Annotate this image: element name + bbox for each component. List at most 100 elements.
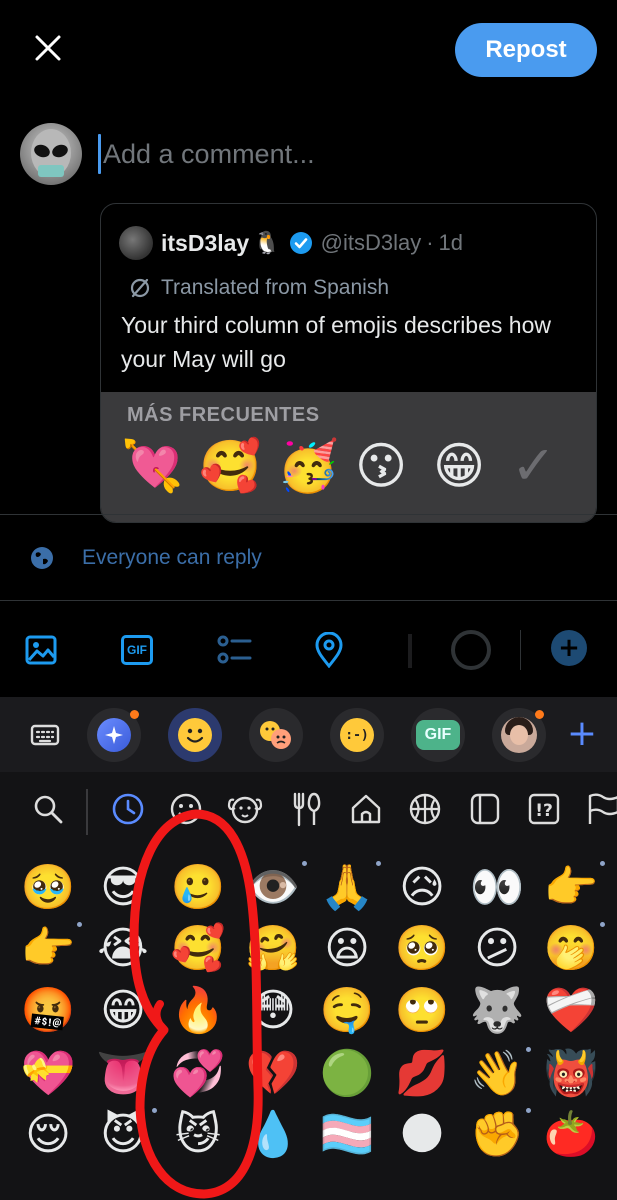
- category-places[interactable]: [346, 789, 386, 829]
- emoji-key[interactable]: 🥹: [13, 857, 83, 919]
- add-gif-button[interactable]: GIF: [117, 630, 157, 670]
- reply-settings-button[interactable]: Everyone can reply: [30, 540, 262, 576]
- emoji-key[interactable]: 🙏: [312, 857, 382, 919]
- emoji-key[interactable]: 🙄: [387, 980, 457, 1042]
- emoji-key[interactable]: 💝: [13, 1043, 83, 1105]
- image-icon: [25, 635, 57, 665]
- emoji-key[interactable]: 🥰: [163, 918, 233, 980]
- emoji-key[interactable]: 🌑: [387, 1104, 457, 1166]
- emoji-key[interactable]: 👁️: [238, 857, 308, 919]
- quoted-author-name: itsD3lay: [161, 229, 250, 256]
- emoji-tab-button[interactable]: [168, 708, 222, 762]
- emoji-key[interactable]: 🤤: [312, 980, 382, 1042]
- category-animals[interactable]: [225, 789, 265, 829]
- add-image-button[interactable]: [21, 630, 61, 670]
- emoji-key[interactable]: 😎: [88, 857, 158, 919]
- sparkle-icon: [97, 718, 131, 752]
- skin-tone-variant-dot: [526, 1108, 531, 1113]
- emoji-key[interactable]: 😳: [238, 980, 308, 1042]
- gif-keyboard-button[interactable]: GIF: [411, 708, 465, 762]
- translation-notice[interactable]: Translated from Spanish: [129, 276, 389, 300]
- image-emoji: 💘: [121, 437, 184, 495]
- text-emoticon-button[interactable]: :-): [330, 708, 384, 762]
- emoji-key[interactable]: 😁: [88, 980, 158, 1042]
- emoji-category-bar: !?: [0, 777, 617, 843]
- emoji-key[interactable]: 💧: [238, 1104, 308, 1166]
- category-recent[interactable]: [108, 789, 148, 829]
- emoji-key[interactable]: 🟢: [312, 1043, 382, 1105]
- emoji-key[interactable]: 👋: [462, 1043, 532, 1105]
- comment-input[interactable]: Add a comment...: [98, 130, 578, 178]
- globe-icon: [31, 547, 53, 569]
- emoji-key[interactable]: 😭: [88, 918, 158, 980]
- emoji-key[interactable]: 😈: [88, 1104, 158, 1166]
- comment-placeholder: Add a comment...: [103, 138, 315, 169]
- character-count-ring: [451, 630, 491, 670]
- emoji-key[interactable]: 👉: [536, 857, 606, 919]
- poll-icon: [217, 635, 252, 664]
- reply-settings-label: Everyone can reply: [82, 546, 262, 569]
- toolbar-separator: [520, 630, 521, 670]
- symbols-icon: !?: [528, 793, 560, 825]
- emoji-key[interactable]: ❤️‍🩹: [536, 980, 606, 1042]
- skin-tone-variant-dot: [77, 922, 82, 927]
- emoji-search-button[interactable]: [28, 789, 68, 829]
- emoji-key[interactable]: 🔥: [163, 980, 233, 1042]
- emoji-key[interactable]: ✊: [462, 1104, 532, 1166]
- user-avatar[interactable]: [20, 123, 82, 185]
- emoji-key[interactable]: 👹: [536, 1043, 606, 1105]
- category-activity[interactable]: [405, 789, 445, 829]
- emoticon-faces-button[interactable]: [249, 708, 303, 762]
- emoji-key[interactable]: 🤭: [536, 918, 606, 980]
- compose-header: Repost: [0, 0, 617, 100]
- check-mark-icon: ✓: [511, 434, 557, 497]
- category-objects[interactable]: [465, 789, 505, 829]
- memoji-button[interactable]: [492, 708, 546, 762]
- emoji-key[interactable]: 🐺: [462, 980, 532, 1042]
- add-post-button[interactable]: +: [551, 630, 587, 666]
- quoted-post-image[interactable]: MÁS FRECUENTES 💘 🥰 🥳 😗 😁 ✓: [101, 392, 596, 522]
- emoji-key[interactable]: 🤬: [13, 980, 83, 1042]
- quoted-post-header: itsD3lay 🐧 @itsD3lay · 1d: [119, 226, 463, 260]
- emoji-key[interactable]: 😦: [312, 918, 382, 980]
- memoji-icon: [501, 717, 537, 753]
- close-button[interactable]: [28, 28, 68, 68]
- animals-icon: [227, 796, 263, 824]
- emoji-key[interactable]: 👉: [13, 918, 83, 980]
- emoji-key[interactable]: 😕: [462, 918, 532, 980]
- switch-keyboard-button[interactable]: [18, 708, 72, 762]
- text-emoticon-icon: :-): [340, 718, 374, 752]
- emoji-key[interactable]: 💋: [387, 1043, 457, 1105]
- emoji-key[interactable]: 🍅: [536, 1104, 606, 1166]
- emoji-key[interactable]: 🥲: [163, 857, 233, 919]
- image-emoji: 😁: [433, 437, 486, 495]
- divider: [0, 600, 617, 601]
- quoted-post[interactable]: itsD3lay 🐧 @itsD3lay · 1d Translated fro…: [100, 203, 597, 523]
- plus-icon: +: [566, 712, 598, 754]
- add-sticker-button[interactable]: +: [562, 712, 602, 754]
- add-poll-button[interactable]: [214, 630, 254, 670]
- emoji-key[interactable]: 😼: [163, 1104, 233, 1166]
- emoji-key[interactable]: 😌: [13, 1104, 83, 1166]
- emoji-key[interactable]: 🏳️‍⚧️: [312, 1104, 382, 1166]
- category-flags[interactable]: [582, 789, 617, 829]
- emoji-key[interactable]: 🥺: [387, 918, 457, 980]
- verified-badge-icon: [289, 232, 312, 254]
- emoji-key[interactable]: 😥: [387, 857, 457, 919]
- svg-text:!?: !?: [535, 801, 553, 821]
- category-food[interactable]: [286, 789, 326, 829]
- emoji-key[interactable]: 💔: [238, 1043, 308, 1105]
- emoji-key[interactable]: 🤗: [238, 918, 308, 980]
- add-location-button[interactable]: [309, 630, 349, 670]
- translate-icon: [130, 278, 150, 298]
- category-symbols[interactable]: !?: [524, 789, 564, 829]
- repost-button[interactable]: Repost: [455, 23, 597, 77]
- divider: [0, 514, 617, 515]
- keyboard-toolbar: :-) GIF +: [0, 697, 617, 772]
- emoji-key[interactable]: 👀: [462, 857, 532, 919]
- ai-assist-button[interactable]: [87, 708, 141, 762]
- emoji-key[interactable]: 👅: [88, 1043, 158, 1105]
- compose-toolbar: GIF: [0, 610, 617, 690]
- category-smileys[interactable]: [166, 789, 206, 829]
- emoji-key[interactable]: 💞: [163, 1043, 233, 1105]
